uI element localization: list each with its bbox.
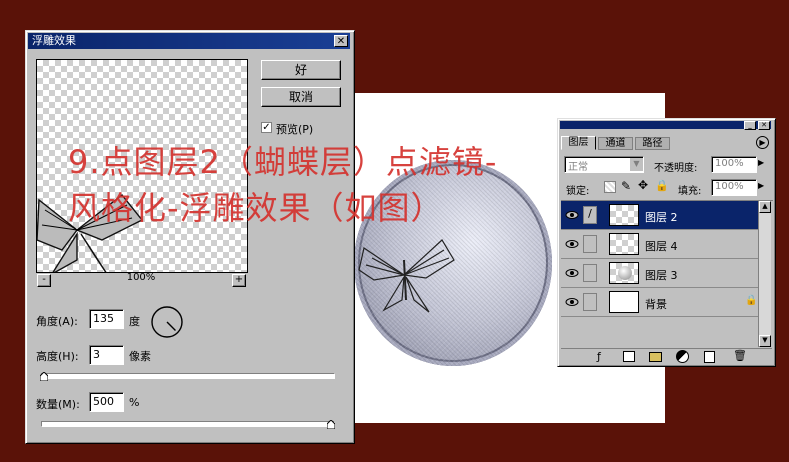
layer-row-layer-2[interactable]: / 图层 2 (561, 201, 771, 230)
ok-button[interactable]: 好 (261, 60, 341, 80)
annotation-line-2: 风格化-浮雕效果（如图） (68, 189, 444, 227)
amount-field[interactable]: 500 (89, 392, 124, 412)
tab-layers[interactable]: 图层 (561, 136, 596, 150)
layer-row-layer-4[interactable]: 图层 4 (561, 230, 771, 259)
layer-list-scrollbar[interactable]: ▲ ▼ (758, 201, 771, 347)
brush-icon[interactable]: / (583, 206, 597, 224)
panel-title-bar (560, 121, 771, 129)
add-mask-icon[interactable] (623, 351, 635, 362)
zoom-level: 100% (126, 272, 156, 283)
preview-checkbox[interactable]: ✓ (261, 122, 272, 133)
tab-channels[interactable]: 通道 (598, 137, 633, 150)
height-label: 高度(H): (36, 350, 79, 363)
opacity-arrow-icon[interactable]: ▶ (758, 158, 764, 167)
layer-row-background[interactable]: 背景 🔒 (561, 288, 771, 317)
butterfly-emboss-image (358, 239, 455, 313)
amount-unit: % (129, 396, 140, 409)
link-slot[interactable] (583, 235, 597, 253)
lock-move-icon[interactable]: ✥ (638, 178, 648, 192)
layer-style-icon[interactable]: ƒ (597, 350, 601, 363)
fill-label: 填充: (678, 186, 702, 197)
eye-icon[interactable] (565, 237, 579, 251)
layer-name: 图层 3 (645, 269, 678, 282)
layer-row-layer-3[interactable]: 图层 3 (561, 259, 771, 288)
angle-field[interactable]: 135 (89, 309, 124, 329)
scroll-up-icon: ▲ (759, 201, 771, 213)
layer-list: / 图层 2 图层 4 图层 3 背景 🔒 (561, 200, 773, 351)
lock-transparency-icon[interactable] (604, 181, 616, 193)
scroll-down-icon: ▼ (759, 335, 771, 347)
layer-thumbnail (609, 204, 639, 226)
close-icon[interactable]: ✕ (334, 35, 348, 47)
layer-thumbnail (609, 262, 639, 284)
link-slot[interactable] (583, 293, 597, 311)
eye-icon[interactable] (565, 266, 579, 280)
height-unit: 像素 (129, 350, 151, 363)
layers-panel: _ ✕ 图层 通道 路径 ▶ 正常 ▼ 不透明度: 100% ▶ 锁定: ✎ ✥… (557, 118, 776, 367)
chevron-down-icon[interactable]: ▼ (630, 158, 643, 171)
link-slot[interactable] (583, 264, 597, 282)
layers-toolbar: ƒ 🗑 (561, 348, 772, 365)
zoom-in-button[interactable]: + (232, 274, 246, 287)
close-icon[interactable]: ✕ (758, 121, 770, 130)
angle-label: 角度(A): (36, 315, 78, 328)
eye-icon[interactable] (565, 295, 579, 309)
annotation-line-1: 9.点图层2（蝴蝶层）点滤镜- (68, 143, 498, 181)
eye-icon[interactable] (565, 208, 579, 222)
layer-name: 图层 2 (645, 211, 678, 224)
layer-name: 背景 (645, 298, 667, 311)
angle-unit: 度 (129, 315, 140, 328)
angle-dial[interactable] (150, 305, 184, 339)
preview-label: 预览(P) (276, 123, 314, 136)
cancel-button[interactable]: 取消 (261, 87, 341, 107)
new-group-icon[interactable] (649, 352, 662, 362)
dialog-title-bar: 浮雕效果 (28, 33, 350, 49)
fill-arrow-icon[interactable]: ▶ (758, 181, 764, 190)
amount-slider-track[interactable] (41, 421, 335, 427)
fill-field[interactable]: 100% (711, 179, 757, 196)
amount-label: 数量(M): (36, 398, 80, 411)
dialog-title: 浮雕效果 (32, 34, 76, 47)
layer-thumbnail (609, 233, 639, 255)
adjustment-layer-icon[interactable] (676, 350, 689, 363)
panel-menu-icon[interactable]: ▶ (756, 136, 769, 149)
height-slider-track[interactable] (41, 373, 335, 379)
height-field[interactable]: 3 (89, 345, 124, 365)
emboss-dialog: 浮雕效果 ✕ - 100% + 好 取消 ✓ 预览(P) 角度(A): 135 … (25, 30, 355, 444)
new-layer-icon[interactable] (704, 351, 715, 363)
layer-thumbnail (609, 291, 639, 313)
tab-paths[interactable]: 路径 (635, 137, 670, 150)
delete-layer-icon[interactable]: 🗑 (733, 349, 747, 362)
lock-label: 锁定: (566, 186, 590, 197)
lock-icon: 🔒 (745, 295, 758, 306)
minimize-icon[interactable]: _ (744, 121, 756, 130)
layer-name: 图层 4 (645, 240, 678, 253)
lock-all-icon[interactable]: 🔒 (655, 179, 669, 192)
amount-slider-thumb[interactable] (326, 419, 336, 430)
opacity-field[interactable]: 100% (711, 156, 757, 173)
zoom-out-button[interactable]: - (37, 274, 51, 287)
opacity-label: 不透明度: (654, 163, 698, 174)
height-slider-thumb[interactable] (39, 371, 49, 382)
lock-paint-icon[interactable]: ✎ (621, 179, 631, 193)
